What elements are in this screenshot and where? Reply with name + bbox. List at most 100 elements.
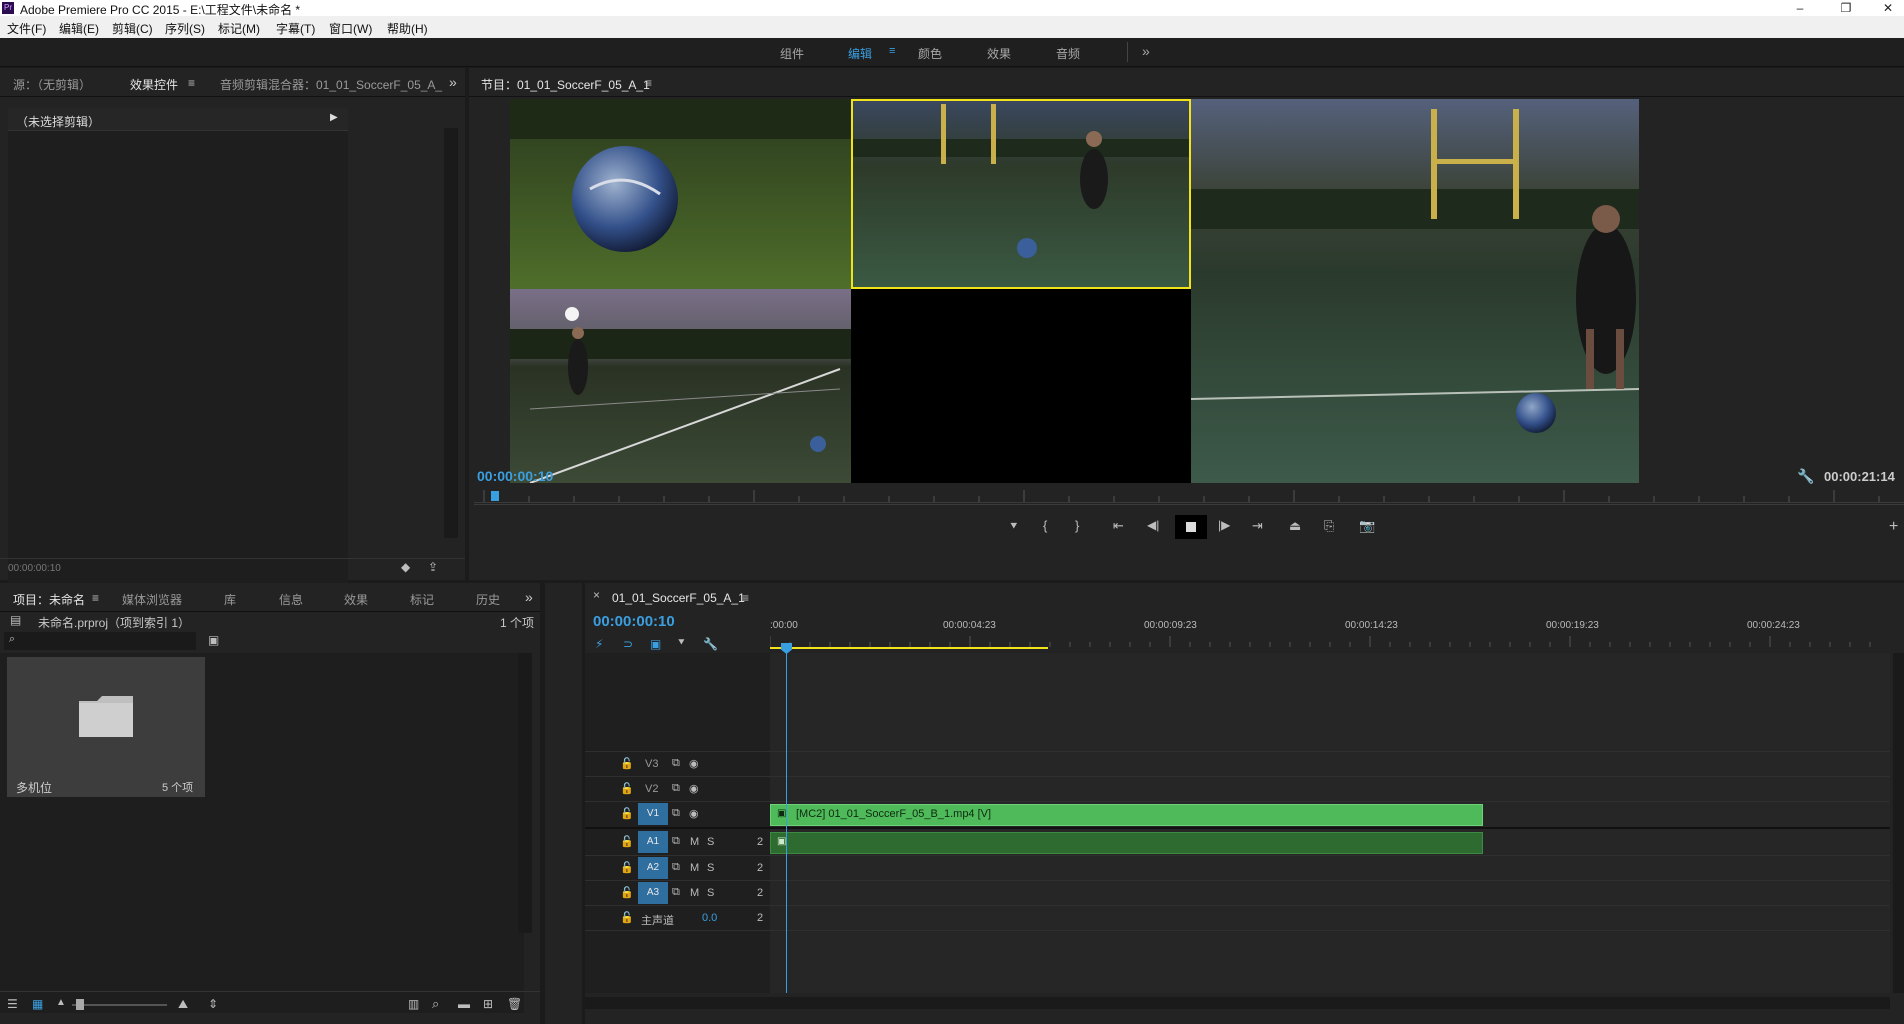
zoom-slider[interactable] — [72, 1004, 167, 1006]
workspace-assembly[interactable]: 组件 — [780, 45, 804, 62]
list-view-icon[interactable]: ☰ — [7, 997, 18, 1011]
new-bin-icon[interactable]: ▬ — [458, 997, 470, 1011]
filter-clip-icon[interactable]: ◆ — [401, 560, 410, 574]
track-target-a2[interactable]: A2 — [638, 857, 668, 879]
timeline-menu-icon[interactable]: ≡ — [742, 591, 749, 605]
mute-button[interactable]: M — [690, 836, 699, 848]
export-frame-camera-icon[interactable]: 📷 — [1359, 518, 1375, 534]
camera-angle-1[interactable] — [510, 99, 851, 289]
sync-lock-icon[interactable]: ⧉ — [672, 886, 680, 899]
track-name[interactable]: V3 — [645, 758, 658, 770]
master-volume-value[interactable]: 0.0 — [702, 912, 717, 924]
menu-marker[interactable]: 标记(M) — [218, 20, 260, 37]
close-button[interactable]: ✕ — [1872, 0, 1904, 16]
workspace-editing[interactable]: 编辑 — [848, 45, 872, 62]
solo-button[interactable]: S — [707, 887, 714, 899]
minimize-button[interactable]: – — [1780, 0, 1820, 16]
panel-more-icon[interactable]: » — [449, 74, 457, 90]
step-forward-icon[interactable]: |▶ — [1218, 518, 1230, 532]
sync-lock-icon[interactable]: ⧉ — [672, 757, 680, 770]
sync-lock-icon[interactable]: ⧉ — [672, 782, 680, 795]
mute-button[interactable]: M — [690, 862, 699, 874]
timeline-current-time[interactable]: 00:00:00:10 — [593, 613, 675, 630]
new-item-icon[interactable]: ⊞ — [483, 997, 493, 1011]
camera-angle-2[interactable] — [851, 99, 1191, 289]
audio-clip-a1[interactable]: ▣ — [770, 832, 1483, 854]
program-playhead[interactable] — [491, 491, 500, 501]
eye-icon[interactable]: ◉ — [689, 757, 699, 770]
sort-icons-icon[interactable]: ⛰ — [178, 997, 188, 1012]
tab-history[interactable]: 历史 — [476, 591, 500, 608]
sync-lock-icon[interactable]: ⧉ — [672, 835, 680, 848]
workspace-menu-icon[interactable]: ≡ — [889, 45, 895, 57]
workspace-more-icon[interactable]: » — [1142, 43, 1150, 59]
sync-lock-icon[interactable]: ⧉ — [672, 807, 680, 820]
tab-effects[interactable]: 效果 — [344, 591, 368, 608]
tab-audio-clip-mixer[interactable]: 音频剪辑混合器：01_01_SoccerF_05_A_ — [220, 76, 442, 93]
timeline-settings-icon[interactable]: 🔧 — [703, 637, 718, 651]
tab-info[interactable]: 信息 — [279, 591, 303, 608]
timeline-vertical-scrollbar[interactable] — [1893, 653, 1904, 993]
tab-libraries[interactable]: 库 — [224, 591, 236, 608]
menu-edit[interactable]: 编辑(E) — [59, 20, 99, 37]
automate-to-sequence-icon[interactable]: ▥ — [408, 997, 419, 1011]
step-back-icon[interactable]: ◀| — [1147, 518, 1159, 532]
extract-icon[interactable]: ⎘ — [1324, 518, 1334, 534]
lock-icon[interactable]: 🔓 — [620, 782, 634, 795]
video-clip-v1[interactable]: ▣ [MC2] 01_01_SoccerF_05_B_1.mp4 [V] — [770, 804, 1483, 826]
project-more-icon[interactable]: » — [525, 589, 533, 605]
bin-multicam[interactable]: 多机位 5 个项 — [7, 657, 205, 797]
eye-icon[interactable]: ◉ — [689, 782, 699, 795]
program-time-ruler[interactable] — [474, 488, 1904, 503]
solo-button[interactable]: S — [707, 836, 714, 848]
workspace-audio[interactable]: 音频 — [1056, 45, 1080, 62]
eye-icon[interactable]: ◉ — [689, 807, 699, 820]
wrench-settings-icon[interactable]: 🔧 — [1797, 468, 1814, 485]
menu-file[interactable]: 文件(F) — [7, 20, 46, 37]
panel-menu-icon[interactable]: ≡ — [188, 76, 195, 90]
timeline-sequence-tab[interactable]: 01_01_SoccerF_05_A_1 — [612, 591, 745, 605]
workspace-color[interactable]: 颜色 — [918, 45, 942, 62]
timeline-ruler[interactable]: :00:00 00:00:04:23 00:00:09:23 00:00:14:… — [770, 620, 1890, 650]
workspace-effects[interactable]: 效果 — [987, 45, 1011, 62]
add-marker-icon[interactable]: ⯆ — [1009, 519, 1019, 534]
linked-selection-icon[interactable]: ⊃ — [623, 637, 633, 651]
program-menu-icon[interactable]: ≡ — [645, 76, 652, 90]
track-target-v1[interactable]: V1 — [638, 803, 668, 825]
project-search-input[interactable]: ⌕ — [4, 632, 196, 650]
lock-icon[interactable]: 🔓 — [620, 911, 634, 924]
track-target-a1[interactable]: A1 — [638, 831, 668, 853]
program-monitor-title[interactable]: 节目：01_01_SoccerF_05_A_1 — [481, 76, 650, 93]
effect-controls-scrollbar[interactable] — [444, 128, 458, 538]
tab-effect-controls[interactable]: 效果控件 — [130, 76, 178, 93]
go-to-in-icon[interactable]: ⇤ — [1113, 518, 1124, 534]
camera-angle-3[interactable] — [510, 289, 851, 483]
timeline-horizontal-scrollbar[interactable] — [585, 997, 1890, 1009]
lock-icon[interactable]: 🔓 — [620, 861, 634, 874]
expand-arrow-icon[interactable]: ▶ — [330, 112, 338, 123]
restore-button[interactable]: ❐ — [1826, 0, 1866, 16]
go-to-out-icon[interactable]: ⇥ — [1252, 518, 1263, 534]
sync-lock-icon[interactable]: ⧉ — [672, 861, 680, 874]
mark-in-icon[interactable]: { — [1043, 518, 1047, 533]
marker-icon[interactable]: ⯆ — [677, 637, 686, 650]
stop-button[interactable] — [1175, 515, 1207, 539]
work-area-bar[interactable] — [770, 647, 1048, 649]
mark-out-icon[interactable]: } — [1075, 518, 1079, 533]
track-target-a3[interactable]: A3 — [638, 882, 668, 904]
add-marker-timeline-icon[interactable]: ▣ — [650, 637, 661, 651]
tab-project[interactable]: 项目：未命名 — [13, 591, 85, 608]
lock-icon[interactable]: 🔓 — [620, 886, 634, 899]
menu-sequence[interactable]: 序列(S) — [165, 20, 205, 37]
menu-clip[interactable]: 剪辑(C) — [112, 20, 153, 37]
button-editor-plus-icon[interactable]: + — [1889, 518, 1898, 536]
lock-icon[interactable]: 🔓 — [620, 807, 634, 820]
lift-icon[interactable]: ⏏ — [1289, 518, 1301, 534]
icon-view-icon[interactable]: ▦ — [32, 997, 43, 1011]
camera-angle-4[interactable] — [851, 289, 1191, 483]
tab-source[interactable]: 源：（无剪辑） — [13, 76, 91, 93]
snap-icon[interactable]: ⚡ — [595, 637, 603, 651]
tab-media-browser[interactable]: 媒体浏览器 — [122, 591, 182, 608]
track-name[interactable]: V2 — [645, 783, 658, 795]
menu-help[interactable]: 帮助(H) — [387, 20, 428, 37]
